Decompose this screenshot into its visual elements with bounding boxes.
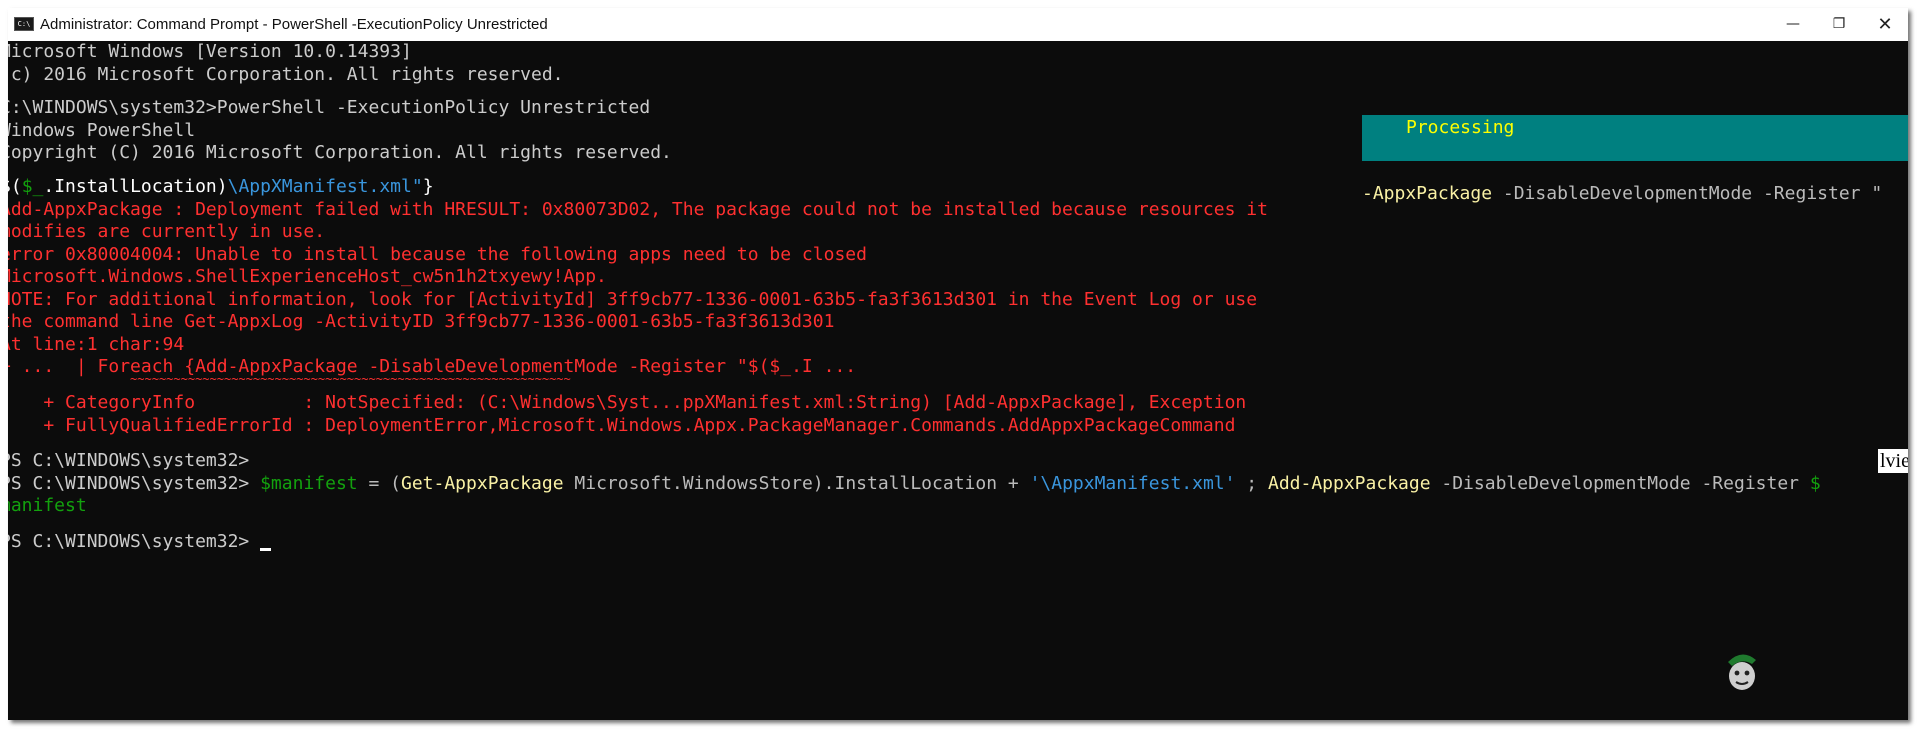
restore-button[interactable]: ❐	[1816, 8, 1862, 41]
text-segment: -DisableDevelopmentMode -Register	[1430, 472, 1810, 494]
error-line: Add-AppxPackage : Deployment failed with…	[8, 198, 1268, 220]
console-line: Copyright (C) 2016 Microsoft Corporation…	[8, 142, 672, 163]
progress-label: Processing	[1406, 117, 1515, 138]
prompt-text: PS C:\WINDOWS\system32>	[8, 531, 261, 552]
overlay-text: lviewg	[1878, 449, 1908, 473]
console-app-icon: C:\	[14, 17, 34, 31]
cmdlet-token: -AppxPackage	[1362, 183, 1493, 204]
cmdlet-token: Add-AppxPackage	[1267, 472, 1431, 494]
console-line: C:\WINDOWS\system32>PowerShell -Executio…	[8, 97, 651, 118]
text-segment: }	[422, 176, 434, 197]
watermark-logo-icon	[1728, 654, 1756, 690]
command-line-wrap: manifest	[8, 495, 87, 516]
text-segment: = (	[357, 472, 401, 494]
string-token: '\AppxManifest.xml'	[1029, 472, 1236, 494]
minimize-button[interactable]: —	[1770, 8, 1816, 41]
console-line: Microsoft Windows [Version 10.0.14393]	[8, 41, 412, 62]
text-cursor	[260, 548, 272, 551]
progress-panel: Processing	[1362, 115, 1908, 161]
title-bar[interactable]: C:\ Administrator: Command Prompt - Powe…	[8, 8, 1908, 41]
prompt-text: PS C:\WINDOWS\system32>	[8, 472, 261, 494]
cmdlet-token: Get-AppxPackage	[401, 472, 564, 494]
text-segment: $(	[8, 176, 22, 197]
text-segment: $_	[21, 176, 44, 197]
text-segment: \AppXManifest.xml"	[227, 176, 423, 197]
text-segment: Microsoft.WindowsStore).InstallLocation …	[563, 472, 1030, 494]
console-line: (c) 2016 Microsoft Corporation. All righ…	[8, 63, 564, 85]
console-line-fragment: -AppxPackage -DisableDevelopmentMode -Re…	[1362, 183, 1882, 206]
console-output[interactable]: Microsoft Windows [Version 10.0.14393] (…	[8, 41, 1908, 720]
prompt-line-active[interactable]: PS C:\WINDOWS\system32>	[8, 531, 272, 554]
error-line: modifies are currently in use.	[8, 221, 326, 242]
error-line: error 0x80004004: Unable to install beca…	[8, 243, 867, 265]
window-title: Administrator: Command Prompt - PowerShe…	[40, 16, 548, 33]
command-line: PS C:\WINDOWS\system32> $manifest = (Get…	[8, 473, 1821, 496]
text-segment: ;	[1235, 472, 1268, 494]
error-line: + CategoryInfo : NotSpecified: (C:\Windo…	[8, 392, 1247, 413]
text-segment: -DisableDevelopmentMode -Register "	[1492, 183, 1883, 204]
error-line: + FullyQualifiedErrorId : DeploymentErro…	[8, 414, 1236, 436]
text-segment: .InstallLocation)	[43, 176, 228, 197]
prompt-line: PS C:\WINDOWS\system32>	[8, 450, 250, 471]
console-line: $($_.InstallLocation)\AppXManifest.xml"}	[8, 176, 434, 199]
close-button[interactable]: ✕	[1862, 8, 1908, 41]
error-line: the command line Get-AppxLog -ActivityID…	[8, 311, 835, 332]
console-line: Windows PowerShell	[8, 119, 196, 141]
variable-token: $	[1809, 472, 1821, 494]
error-line: At line:1 char:94	[8, 333, 185, 355]
error-line: NOTE: For additional information, look f…	[8, 288, 1258, 310]
variable-token: $manifest	[260, 472, 358, 494]
error-line: Microsoft.Windows.ShellExperienceHost_cw…	[8, 266, 607, 287]
powershell-window: C:\ Administrator: Command Prompt - Powe…	[8, 8, 1908, 720]
